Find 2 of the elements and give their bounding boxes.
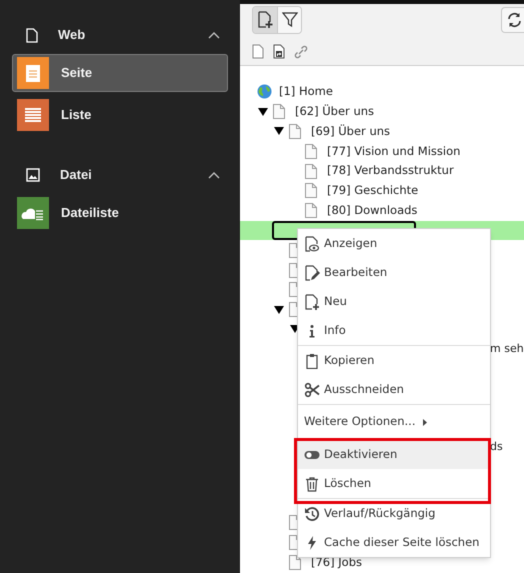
section-title: Datei [60,166,92,184]
section-title: Web [58,26,86,44]
